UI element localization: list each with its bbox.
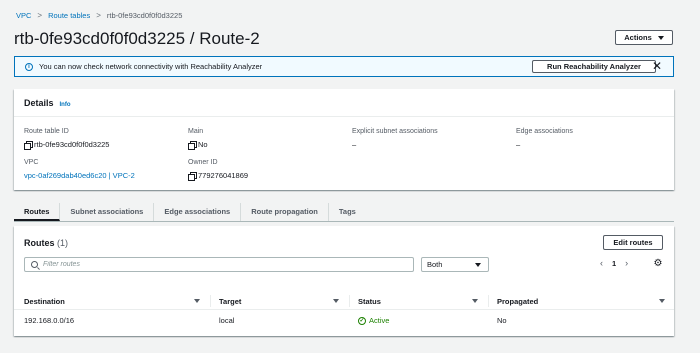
actions-button[interactable]: Actions bbox=[615, 30, 673, 45]
edit-routes-button[interactable]: Edit routes bbox=[603, 235, 663, 250]
details-title: Details bbox=[24, 98, 54, 108]
route-table-id-field: Route table ID rtb-0fe93cd0f0f0d3225 bbox=[24, 128, 110, 150]
sort-icon[interactable] bbox=[472, 299, 478, 303]
breadcrumb-current: rtb-0fe93cd0f0f0d3225 bbox=[106, 11, 183, 20]
tab-route-propagation[interactable]: Route propagation bbox=[241, 203, 329, 221]
tab-subnet-associations[interactable]: Subnet associations bbox=[60, 203, 155, 221]
field-value: 779276041869 bbox=[188, 171, 249, 181]
target-cell: local bbox=[219, 316, 235, 325]
field-label: Main bbox=[188, 128, 204, 135]
search-icon bbox=[31, 261, 38, 268]
field-label: VPC bbox=[24, 159, 39, 166]
chevron-right-icon[interactable]: › bbox=[625, 259, 628, 268]
chevron-left-icon[interactable]: ‹ bbox=[600, 259, 603, 268]
page-number[interactable]: 1 bbox=[612, 259, 616, 268]
tab-routes[interactable]: Routes bbox=[14, 203, 61, 221]
breadcrumb-separator: > bbox=[37, 11, 43, 20]
column-separator bbox=[210, 295, 211, 307]
pagination: ‹ 1 › bbox=[600, 259, 628, 269]
field-value: rtb-0fe93cd0f0f0d3225 bbox=[24, 140, 110, 150]
actions-label: Actions bbox=[624, 33, 652, 42]
info-icon: i bbox=[25, 62, 33, 71]
table-header: Destination Target Status Propagated bbox=[14, 292, 674, 310]
routes-count: (1) bbox=[57, 238, 69, 248]
details-panel: Details Info Route table ID rtb-0fe93cd0… bbox=[14, 89, 674, 190]
status-cell: ✓ Active bbox=[358, 316, 389, 325]
edge-associations-value: – bbox=[516, 140, 521, 149]
field-label: Owner ID bbox=[188, 159, 218, 166]
vpc-field: VPC vpc-0af269dab40ed6c20 | VPC-2 bbox=[24, 159, 135, 180]
column-header-propagated[interactable]: Propagated bbox=[497, 297, 538, 306]
page-title: rtb-0fe93cd0f0f0d3225 / Route-2 bbox=[14, 29, 260, 48]
column-separator bbox=[488, 295, 489, 307]
details-header: Details Info bbox=[24, 98, 71, 108]
tab-bar: Routes Subnet associations Edge associat… bbox=[14, 203, 674, 222]
run-reachability-analyzer-button[interactable]: Run Reachability Analyzer bbox=[532, 60, 656, 73]
caret-down-icon bbox=[475, 262, 481, 267]
sort-icon[interactable] bbox=[333, 299, 339, 303]
tab-tags[interactable]: Tags bbox=[329, 203, 366, 221]
routes-panel: Routes (1) Edit routes Both ‹ 1 › ⚙ Dest… bbox=[14, 226, 674, 336]
breadcrumb: VPC > Route tables > rtb-0fe93cd0f0f0d32… bbox=[16, 11, 182, 20]
main-field: Main No bbox=[188, 128, 208, 150]
sort-icon[interactable] bbox=[659, 299, 665, 303]
filter-routes-field[interactable] bbox=[24, 257, 414, 272]
details-info-link[interactable]: Info bbox=[60, 102, 71, 108]
vpc-link[interactable]: vpc-0af269dab40ed6c20 | VPC-2 bbox=[24, 171, 135, 180]
field-label: Edge associations bbox=[516, 128, 573, 135]
propagation-select[interactable]: Both bbox=[421, 257, 489, 272]
propagated-cell: No bbox=[497, 316, 507, 325]
explicit-subnet-associations-field: Explicit subnet associations – bbox=[352, 128, 438, 149]
column-header-status[interactable]: Status bbox=[358, 297, 381, 306]
divider bbox=[14, 116, 674, 117]
filter-routes-input[interactable] bbox=[43, 261, 383, 268]
status-value: Active bbox=[369, 316, 390, 325]
field-value: No bbox=[188, 140, 208, 150]
destination-cell: 192.168.0.0/16 bbox=[24, 316, 75, 325]
routes-title-label: Routes bbox=[24, 238, 55, 248]
field-label: Explicit subnet associations bbox=[352, 128, 438, 135]
table-row: 192.168.0.0/16 local ✓ Active No bbox=[14, 312, 674, 328]
scrollbar[interactable] bbox=[691, 0, 700, 353]
tab-edge-associations[interactable]: Edge associations bbox=[154, 203, 242, 221]
column-separator bbox=[349, 295, 350, 307]
gear-icon[interactable]: ⚙ bbox=[653, 259, 663, 269]
close-icon[interactable]: ✕ bbox=[651, 59, 663, 73]
main-value: No bbox=[198, 140, 208, 149]
owner-id-value: 779276041869 bbox=[198, 171, 249, 180]
banner-text: You can now check network connectivity w… bbox=[39, 62, 263, 71]
field-label: Route table ID bbox=[24, 128, 69, 135]
breadcrumb-route-tables[interactable]: Route tables bbox=[48, 11, 90, 20]
column-header-destination[interactable]: Destination bbox=[24, 297, 65, 306]
copy-icon[interactable] bbox=[24, 141, 33, 150]
column-header-target[interactable]: Target bbox=[219, 297, 241, 306]
breadcrumb-separator: > bbox=[96, 11, 101, 20]
sort-icon[interactable] bbox=[194, 299, 200, 303]
check-circle-icon: ✓ bbox=[358, 316, 366, 325]
route-table-id-value: rtb-0fe93cd0f0f0d3225 bbox=[34, 140, 110, 149]
select-value: Both bbox=[427, 260, 443, 269]
owner-id-field: Owner ID 779276041869 bbox=[188, 159, 249, 181]
edge-associations-field: Edge associations – bbox=[516, 128, 573, 149]
caret-down-icon bbox=[657, 35, 664, 40]
copy-icon[interactable] bbox=[188, 141, 197, 150]
routes-title: Routes (1) bbox=[24, 238, 68, 248]
copy-icon[interactable] bbox=[188, 172, 197, 181]
info-banner: i You can now check network connectivity… bbox=[14, 56, 674, 77]
explicit-subnet-associations-value: – bbox=[352, 140, 357, 149]
breadcrumb-vpc[interactable]: VPC bbox=[16, 11, 31, 20]
